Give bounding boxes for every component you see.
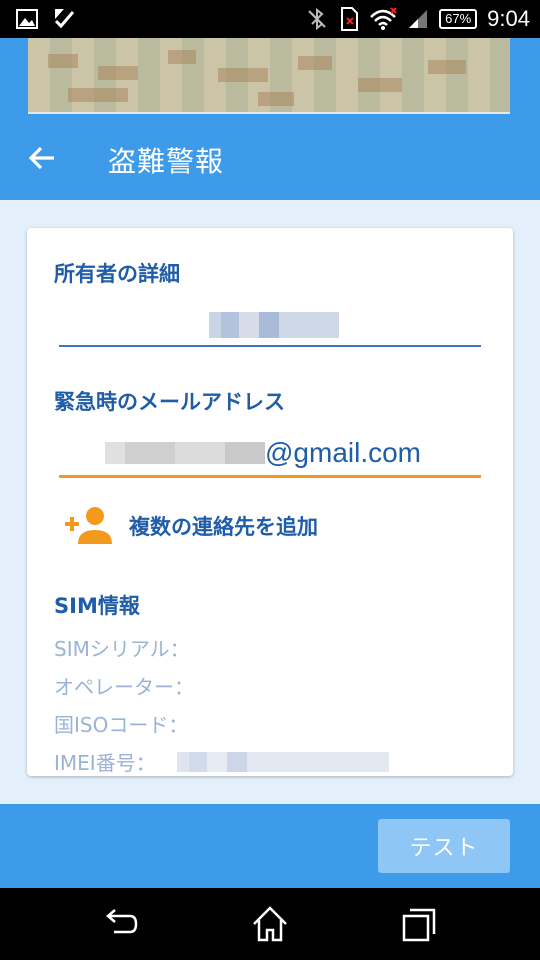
imei-value (177, 752, 389, 772)
bluetooth-off-icon (308, 7, 326, 31)
ad-banner[interactable] (0, 38, 540, 116)
navigation-bar (0, 888, 540, 960)
home-icon[interactable] (250, 904, 290, 944)
email-section-title: 緊急時のメールアドレス (54, 390, 285, 414)
bottom-bar: テスト (0, 804, 540, 888)
page-title: 盗難警報 (108, 145, 225, 178)
content-area: 所有者の詳細 緊急時のメールアドレス @gmail.com 複数の連絡先を追加 … (0, 200, 540, 804)
imei-label: IMEI番号： (54, 751, 156, 775)
wifi-icon (370, 7, 397, 30)
arrow-back-icon[interactable] (26, 142, 58, 174)
sim-section-title: SIM情報 (54, 594, 140, 618)
owner-section-title: 所有者の詳細 (54, 262, 180, 286)
email-local-part (105, 442, 265, 464)
app-bar: 盗難警報 (0, 116, 540, 200)
image-icon (16, 9, 38, 29)
email-domain: @gmail.com (265, 437, 422, 468)
ad-banner-image[interactable] (28, 38, 510, 114)
person-add-icon (65, 507, 112, 544)
owner-name-field[interactable] (59, 345, 481, 347)
sim-serial-label: SIMシリアル： (54, 637, 190, 661)
add-contacts-label: 複数の連絡先を追加 (129, 515, 318, 539)
check-icon (54, 9, 75, 29)
operator-label: オペレーター： (54, 675, 194, 699)
email-field-underline (59, 475, 481, 478)
settings-card: 所有者の詳細 緊急時のメールアドレス @gmail.com 複数の連絡先を追加 … (27, 228, 513, 776)
status-bar: 67% 9:04 (0, 0, 540, 38)
signal-icon (409, 10, 428, 28)
add-contacts-button[interactable]: 複数の連絡先を追加 (63, 506, 318, 546)
sim-card-icon (341, 7, 359, 31)
country-iso-label: 国ISOコード： (54, 713, 189, 737)
clock: 9:04 (487, 6, 530, 31)
back-icon[interactable] (100, 904, 140, 944)
email-field[interactable]: @gmail.com (105, 436, 421, 470)
battery-indicator: 67% (439, 9, 478, 29)
owner-name-value (209, 312, 339, 338)
recents-icon[interactable] (400, 904, 440, 944)
test-button[interactable]: テスト (378, 819, 510, 873)
